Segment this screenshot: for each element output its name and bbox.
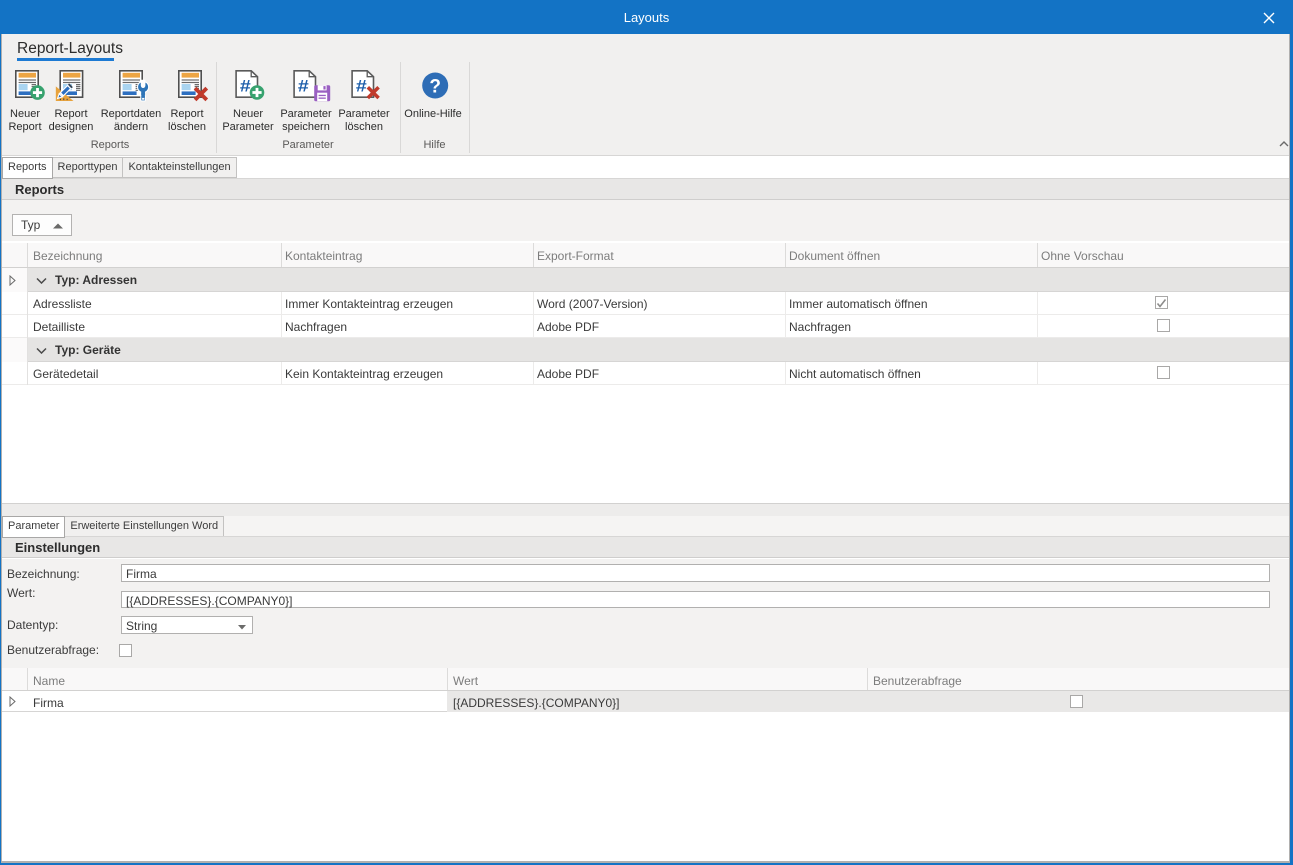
svg-text:?: ? xyxy=(429,77,441,98)
